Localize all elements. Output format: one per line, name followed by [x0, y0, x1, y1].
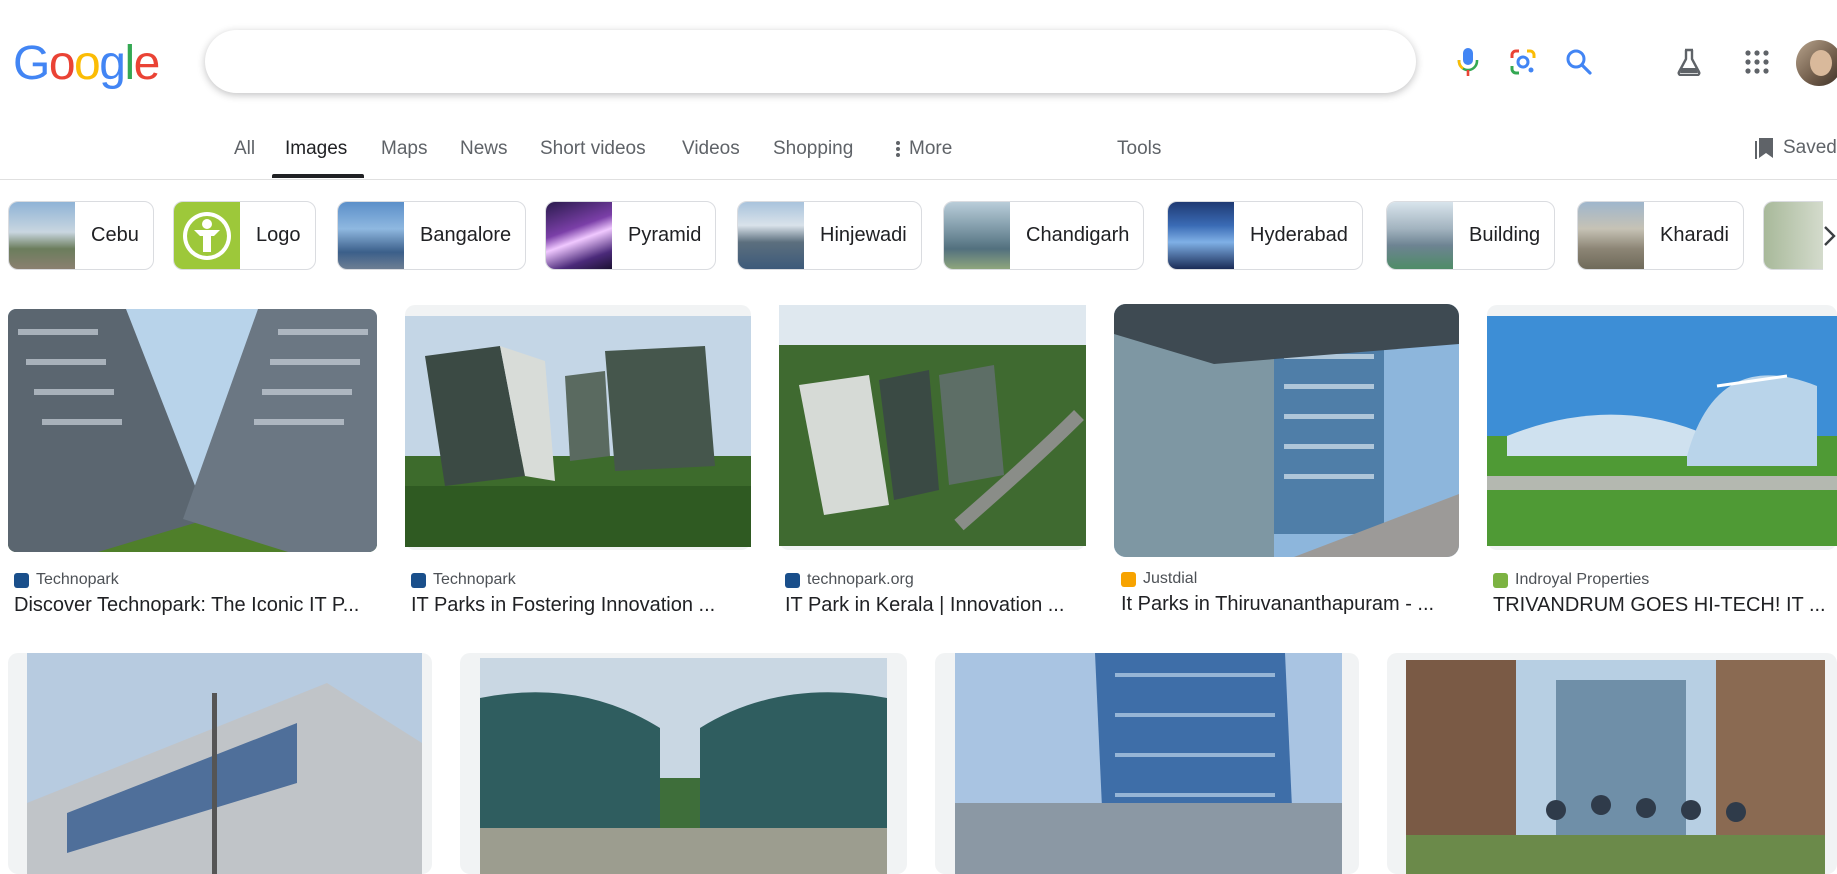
- chip-thumbnail: [1764, 202, 1823, 269]
- result-image[interactable]: [779, 305, 1086, 546]
- chip-chandigarh[interactable]: Chandigarh: [943, 201, 1145, 270]
- tab-images[interactable]: Images: [285, 138, 347, 160]
- tab-more-label: More: [909, 138, 953, 159]
- source-name: technopark.org: [807, 571, 914, 588]
- chip-label: Hinjewadi: [820, 224, 907, 246]
- logo-letter: g: [99, 37, 126, 90]
- logo-letter: l: [124, 37, 135, 90]
- result-image[interactable]: [405, 316, 751, 547]
- technopark-favicon-icon: [14, 572, 29, 588]
- google-lens-icon[interactable]: [1506, 45, 1540, 79]
- result-source[interactable]: Technopark: [411, 571, 516, 589]
- search-box[interactable]: [205, 30, 1592, 93]
- google-logo[interactable]: Google: [13, 37, 161, 90]
- justdial-favicon-icon: [1121, 571, 1136, 587]
- tab-tools[interactable]: Tools: [1117, 138, 1161, 160]
- chip-thumbnail: [1168, 202, 1234, 269]
- result-title[interactable]: IT Park in Kerala | Innovation ...: [785, 594, 1087, 617]
- chip-label: Kharadi: [1660, 224, 1729, 246]
- chip-building[interactable]: Building: [1386, 201, 1556, 270]
- tab-shopping[interactable]: Shopping: [773, 138, 853, 160]
- tab-videos[interactable]: Videos: [682, 138, 740, 160]
- bookmark-icon: [1755, 138, 1773, 159]
- chip-label: Pyramid: [628, 224, 702, 246]
- chip-thumbnail: [738, 202, 804, 269]
- tab-news[interactable]: News: [460, 138, 508, 160]
- chip-thumbnail: [546, 202, 612, 269]
- search-input[interactable]: [233, 46, 1233, 76]
- logo-letter: o: [48, 37, 76, 90]
- result-image[interactable]: [1114, 304, 1459, 557]
- tab-all[interactable]: All: [234, 138, 255, 160]
- chip-label: Cebu: [91, 224, 139, 246]
- related-chips: Cebu Logo Bangalore Pyramid Hinjewadi Ch…: [0, 201, 1837, 271]
- chip-label: Chandigarh: [1026, 224, 1130, 246]
- technopark-favicon-icon: [785, 572, 800, 588]
- chip-thumbnail: [9, 202, 75, 269]
- source-name: Indroyal Properties: [1515, 571, 1650, 588]
- result-image[interactable]: [8, 309, 377, 552]
- chip-kharadi[interactable]: Kharadi: [1577, 201, 1744, 270]
- result-title[interactable]: IT Parks in Fostering Innovation ...: [411, 594, 751, 617]
- technopark-favicon-icon: [411, 572, 426, 588]
- logo-letter: o: [74, 37, 101, 90]
- tab-short-videos[interactable]: Short videos: [540, 138, 646, 160]
- chip-thumbnail: [944, 202, 1010, 269]
- more-vert-icon: [896, 141, 900, 157]
- magnifier-icon[interactable]: [1562, 45, 1596, 79]
- avatar[interactable]: [1796, 40, 1837, 86]
- chip-logo[interactable]: Logo: [173, 201, 316, 270]
- chip-label: Hyderabad: [1250, 224, 1348, 246]
- chip-hinjewadi[interactable]: Hinjewadi: [737, 201, 922, 270]
- result-image[interactable]: [1487, 316, 1837, 546]
- source-name: Technopark: [36, 571, 119, 588]
- search-tabs: All Images Maps News Short videos Videos…: [0, 128, 1837, 180]
- labs-flask-icon[interactable]: [1671, 44, 1707, 80]
- chip-thumbnail: [338, 202, 404, 269]
- chevron-right-icon[interactable]: [1820, 223, 1837, 249]
- chip-partial[interactable]: [1763, 201, 1823, 270]
- chip-thumbnail: [1387, 202, 1453, 269]
- result-source[interactable]: Indroyal Properties: [1493, 571, 1649, 589]
- saved-label: Saved: [1783, 137, 1837, 158]
- chip-cebu[interactable]: Cebu: [8, 201, 154, 270]
- microphone-icon[interactable]: [1451, 45, 1485, 79]
- chip-thumbnail: [1578, 202, 1644, 269]
- tab-more[interactable]: More: [895, 138, 952, 160]
- chip-label: Logo: [256, 224, 301, 246]
- chip-bangalore[interactable]: Bangalore: [337, 201, 527, 270]
- result-title[interactable]: Discover Technopark: The Iconic IT P...: [14, 594, 380, 617]
- chip-label: Bangalore: [420, 224, 512, 246]
- result-image[interactable]: [480, 658, 887, 874]
- result-image[interactable]: [955, 653, 1342, 874]
- saved-button[interactable]: Saved: [1755, 136, 1837, 160]
- result-source[interactable]: Justdial: [1121, 570, 1197, 588]
- source-name: Technopark: [433, 571, 516, 588]
- indroyal-favicon-icon: [1493, 572, 1508, 588]
- chip-hyderabad[interactable]: Hyderabad: [1167, 201, 1363, 270]
- result-image[interactable]: [1406, 660, 1825, 874]
- active-tab-indicator: [272, 174, 364, 178]
- result-image[interactable]: [27, 653, 422, 874]
- logo-letter: e: [133, 37, 161, 90]
- logo-letter: G: [13, 37, 50, 90]
- result-title[interactable]: It Parks in Thiruvananthapuram - ...: [1121, 593, 1459, 616]
- header: Google: [0, 0, 1837, 108]
- apps-grid-icon[interactable]: [1739, 44, 1775, 80]
- chip-thumbnail: [174, 202, 240, 269]
- result-title[interactable]: TRIVANDRUM GOES HI-TECH! IT ...: [1493, 594, 1837, 617]
- chip-label: Building: [1469, 224, 1541, 246]
- chip-pyramid[interactable]: Pyramid: [545, 201, 717, 270]
- result-source[interactable]: Technopark: [14, 571, 119, 589]
- source-name: Justdial: [1143, 570, 1198, 587]
- result-source[interactable]: technopark.org: [785, 571, 914, 589]
- tab-maps[interactable]: Maps: [381, 138, 427, 160]
